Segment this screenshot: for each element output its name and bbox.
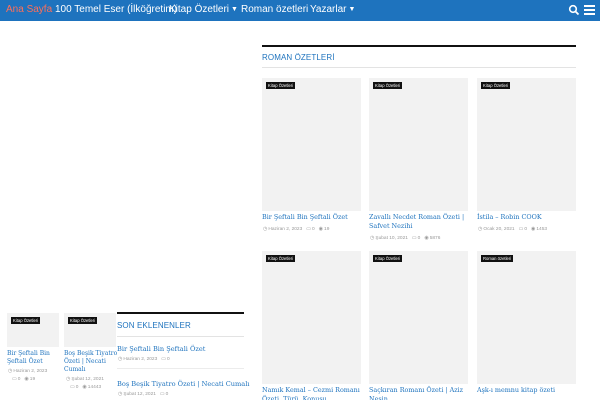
post-meta: ◷Ocak 20, 2021 ▭0 ◉1453	[478, 226, 547, 233]
category-badge[interactable]: Kitap Özetleri	[373, 255, 403, 262]
list-item-title[interactable]: Bir Şeftali Bin Şeftali Özet	[117, 345, 205, 353]
list-item-meta: ◷Şubat 12, 2021 ▭0	[118, 391, 168, 398]
section-header-divider	[117, 336, 244, 337]
post-comments[interactable]: 0	[312, 227, 315, 232]
post-stats: ▭0 ◉14443	[70, 384, 101, 391]
category-badge[interactable]: Kitap Özetleri	[266, 255, 296, 262]
post-thumbnail[interactable]: Kitap Özetleri	[262, 78, 361, 211]
clock-icon: ◷	[118, 356, 123, 362]
list-item-title[interactable]: Boş Beşik Tiyatro Özeti | Necati Cumalı	[117, 380, 249, 388]
post-title[interactable]: Aşk-ı memnu kitap özeti	[477, 386, 576, 395]
category-badge[interactable]: Kitap Özetleri	[373, 82, 403, 89]
clock-icon: ◷	[118, 391, 123, 397]
post-comments[interactable]: 0	[76, 385, 79, 390]
post-views: 19	[324, 227, 330, 232]
comment-icon: ▭	[518, 226, 524, 232]
category-badge[interactable]: Kitap Özetleri	[481, 82, 511, 89]
chevron-down-icon: ▼	[231, 6, 238, 13]
top-navigation-bar: Ana Sayfa 100 Temel Eser (İlköğretim) Ki…	[0, 0, 600, 21]
category-badge[interactable]: Kitap Özetleri	[11, 317, 41, 324]
post-title[interactable]: Bir Şeftali Bin Şeftali Özet	[262, 213, 361, 222]
clock-icon: ◷	[370, 235, 375, 241]
post-title[interactable]: Zavallı Necdet Roman Özeti | Safvet Nezi…	[369, 213, 468, 231]
clock-icon: ◷	[8, 368, 13, 374]
clock-icon: ◷	[478, 226, 483, 232]
nav-item-kitap-ozetleri-label: Kitap Özetleri	[169, 4, 230, 15]
post-views: 19	[29, 377, 36, 382]
post-thumbnail[interactable]: Roman özetleri	[477, 251, 576, 384]
post-title[interactable]: Boş Beşik Tiyatro Özeti | Necati Cumalı	[64, 350, 118, 374]
nav-item-100-temel-eser[interactable]: 100 Temel Eser (İlköğretim)	[55, 0, 177, 21]
post-date-row: ◷Haziran 2, 2023	[8, 368, 47, 375]
eye-icon: ◉	[424, 235, 429, 241]
post-meta: ◷Şubat 10, 2021 ▭0 ◉5876	[370, 235, 440, 242]
post-date: Şubat 12, 2021	[123, 392, 156, 397]
post-views: 14443	[87, 385, 102, 390]
comment-icon: ▭	[161, 356, 166, 362]
post-date: Şubat 10, 2021	[375, 236, 408, 241]
post-comments[interactable]: 0	[166, 392, 169, 397]
list-item-meta: ◷Haziran 2, 2023 ▭0	[118, 356, 170, 363]
post-date: Haziran 2, 2023	[13, 369, 48, 374]
nav-item-yazarlar-label: Yazarlar	[310, 4, 347, 15]
eye-icon: ◉	[82, 384, 87, 390]
post-thumbnail[interactable]: Kitap Özetleri	[7, 313, 59, 347]
nav-item-yazarlar[interactable]: Yazarlar ▼	[310, 0, 355, 21]
post-thumbnail[interactable]: Kitap Özetleri	[262, 251, 361, 384]
post-date-row: ◷Şubat 12, 2021	[66, 376, 104, 383]
post-date: Ocak 20, 2021	[483, 227, 515, 232]
nav-item-home[interactable]: Ana Sayfa	[6, 0, 52, 21]
hamburger-menu-icon[interactable]	[584, 2, 596, 16]
comment-icon: ▭	[411, 235, 417, 241]
post-title[interactable]: İstila – Robin COOK	[477, 213, 576, 222]
post-thumbnail[interactable]: Kitap Özetleri	[369, 251, 468, 384]
post-meta: ◷Haziran 2, 2023 ▭0 ◉19	[263, 226, 329, 233]
clock-icon: ◷	[263, 226, 268, 232]
post-date: Şubat 12, 2021	[71, 377, 104, 382]
nav-item-kitap-ozetleri[interactable]: Kitap Özetleri ▼	[169, 0, 238, 21]
post-date: Haziran 2, 2023	[123, 357, 158, 362]
post-thumbnail[interactable]: Kitap Özetleri	[369, 78, 468, 211]
post-views: 5876	[429, 236, 441, 241]
comment-icon: ▭	[70, 384, 75, 390]
post-comments[interactable]: 0	[18, 377, 21, 382]
section-header-line	[262, 45, 576, 47]
category-badge[interactable]: Kitap Özetleri	[266, 82, 296, 89]
chevron-down-icon: ▼	[348, 6, 356, 13]
post-comments[interactable]: 0	[167, 357, 170, 362]
post-thumbnail[interactable]: Kitap Özetleri	[64, 313, 116, 347]
post-views: 1453	[536, 227, 548, 232]
post-stats: ▭0 ◉19	[12, 376, 35, 383]
section-title-roman-ozetleri: ROMAN ÖZETLERİ	[262, 53, 335, 62]
section-header-line	[117, 312, 244, 314]
clock-icon: ◷	[66, 376, 71, 382]
category-badge[interactable]: Kitap Özetleri	[68, 317, 98, 324]
post-comments[interactable]: 0	[418, 236, 421, 241]
post-comments[interactable]: 0	[524, 227, 527, 232]
category-badge[interactable]: Roman özetleri	[481, 255, 514, 262]
post-thumbnail[interactable]: Kitap Özetleri	[477, 78, 576, 211]
comment-icon: ▭	[12, 376, 17, 382]
eye-icon: ◉	[24, 376, 29, 382]
comment-icon: ▭	[159, 391, 165, 397]
post-title[interactable]: Saçkıran Romanı Özeti | Aziz Nesin	[369, 386, 468, 400]
nav-item-roman-ozetleri[interactable]: Roman özetleri	[241, 0, 308, 21]
eye-icon: ◉	[530, 226, 536, 232]
search-icon[interactable]	[568, 4, 580, 16]
post-title[interactable]: Namık Kemal – Cezmi Romanı Özeti, Türü, …	[262, 386, 361, 400]
comment-icon: ▭	[306, 226, 311, 232]
eye-icon: ◉	[318, 226, 324, 232]
list-divider	[117, 368, 244, 369]
section-title-son-eklenenler: SON EKLENENLER	[117, 321, 191, 330]
post-title[interactable]: Bir Şeftali Bin Şeftali Özet	[7, 350, 61, 366]
post-date: Haziran 2, 2023	[268, 227, 303, 232]
section-header-divider	[262, 67, 576, 68]
